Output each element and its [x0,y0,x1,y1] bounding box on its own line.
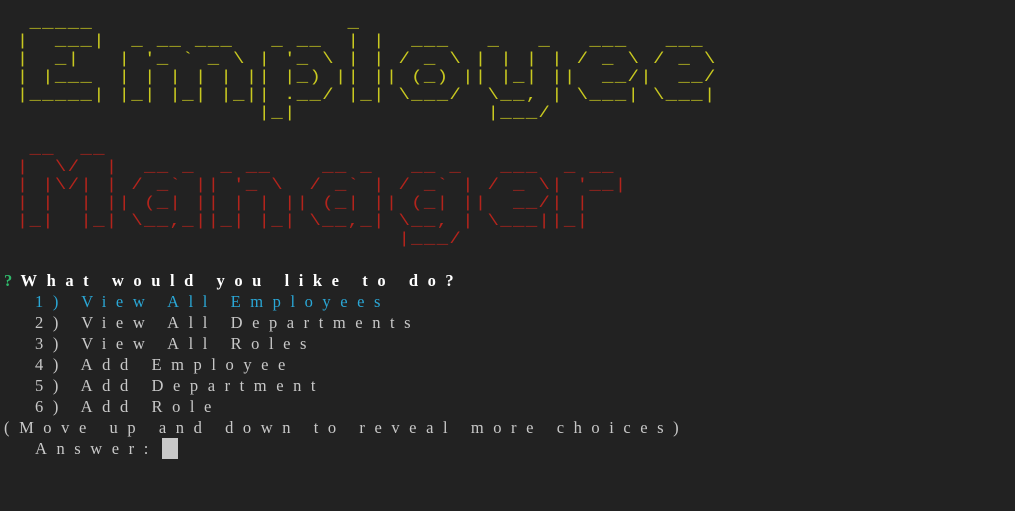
menu-choice-3[interactable]: 3) View All Roles [35,334,316,354]
menu-choice-4[interactable]: 4) Add Employee [35,355,295,375]
question-mark-icon: ? [4,271,13,290]
menu-choice-1[interactable]: 1) View All Employees [35,292,390,312]
manager-ascii-banner: __ __ | \/ | __ _ _ __ __ _ __ _ ___ _ _… [16,140,628,248]
terminal-window: _____ _ | ___| _ __ ___ _ __ | | ___ _ _… [0,0,1015,511]
prompt-question-line: ? What would you like to do? [4,271,463,291]
scroll-hint: (Move up and down to reveal more choices… [4,418,689,437]
employee-ascii-banner: _____ _ | ___| _ __ ___ _ __ | | ___ _ _… [16,14,717,122]
menu-choice-2[interactable]: 2) View All Departments [35,313,420,333]
menu-choice-6[interactable]: 6) Add Role [35,397,221,417]
answer-label: Answer: [35,439,158,458]
menu-choice-5[interactable]: 5) Add Department [35,376,325,396]
prompt-question: What would you like to do? [20,271,464,290]
answer-input-cursor[interactable] [162,438,178,459]
